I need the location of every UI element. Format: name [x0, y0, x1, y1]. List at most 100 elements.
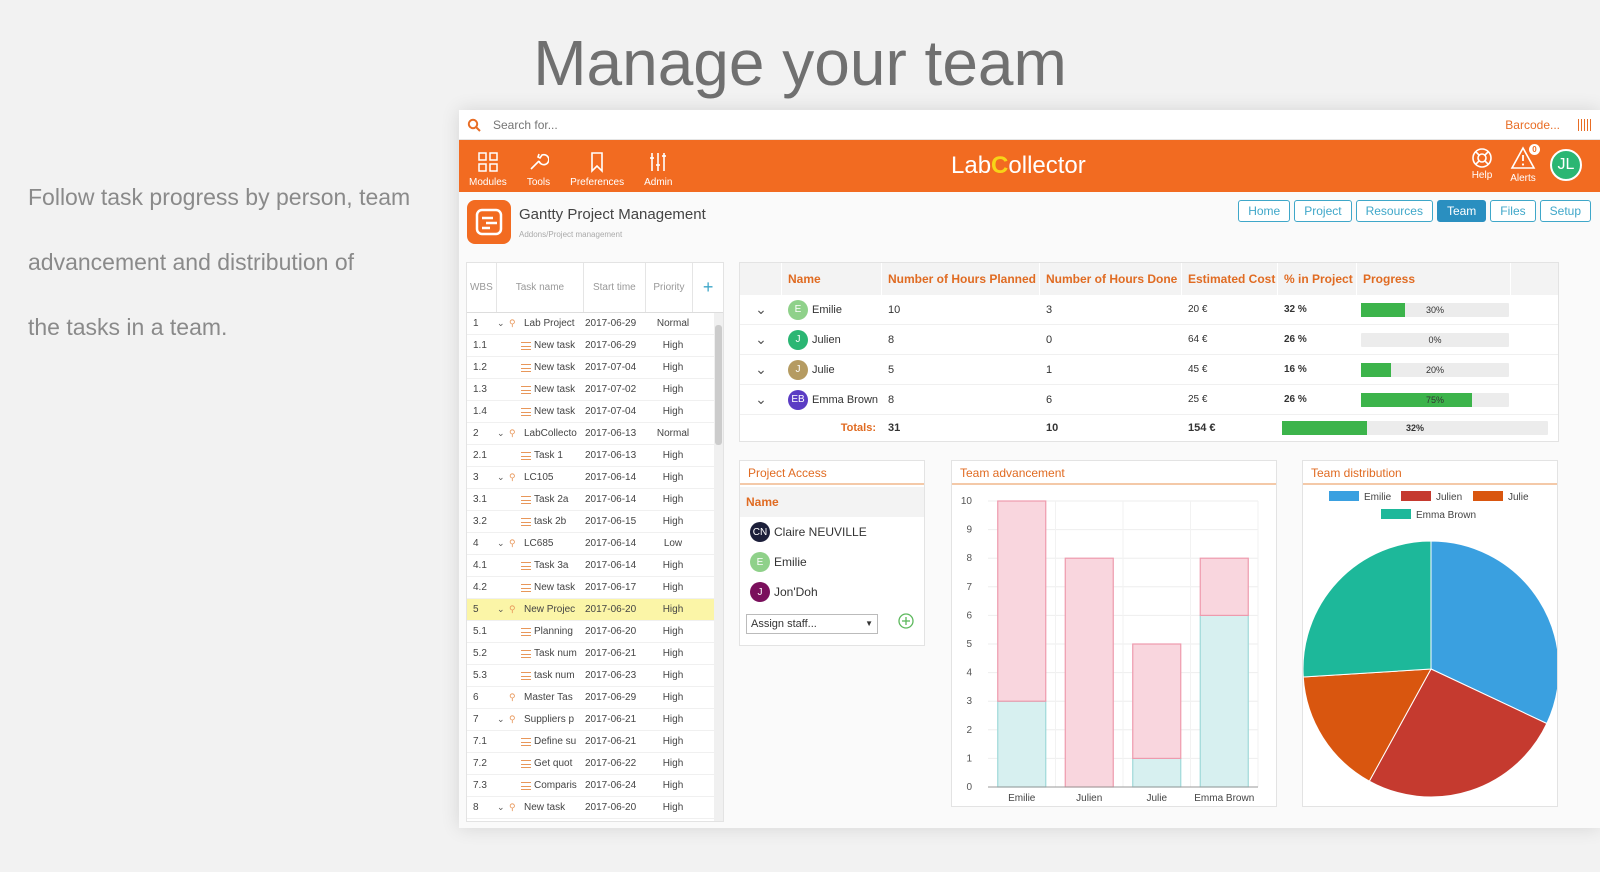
col-priority[interactable]: Priority — [646, 263, 694, 312]
tab-home[interactable]: Home — [1238, 200, 1291, 222]
gantt-row[interactable]: 1 ⌄ ⚲ Lab Project 2017-06-29 Normal — [467, 313, 723, 335]
gantt-task-name[interactable]: Planning — [497, 626, 585, 637]
expand-row-button[interactable]: ⌄ — [740, 301, 782, 318]
bar-segment[interactable] — [1064, 557, 1114, 788]
gantt-task-name[interactable]: New task — [497, 340, 585, 351]
assign-staff-select[interactable]: Assign staff... ▼ — [746, 613, 878, 634]
gantt-row[interactable]: 3.1 Task 2a 2017-06-14 High — [467, 489, 723, 511]
gantt-task-name[interactable]: Task num — [497, 648, 585, 659]
pie-slice[interactable] — [1302, 540, 1432, 678]
bar-segment[interactable] — [1132, 643, 1182, 760]
bar-segment[interactable] — [997, 500, 1047, 702]
tab-setup[interactable]: Setup — [1539, 200, 1591, 222]
gantt-row[interactable]: 1.2 New task 2017-07-04 High — [467, 357, 723, 379]
gantt-task-name[interactable]: ⌄ ⚲ LabCollecto — [497, 428, 585, 439]
gantt-task-name[interactable]: Task 1 — [497, 450, 585, 461]
gantt-row[interactable]: 2 ⌄ ⚲ LabCollecto 2017-06-13 Normal — [467, 423, 723, 445]
gantt-task-name[interactable]: Get quot — [497, 758, 585, 769]
gantt-row[interactable]: 3.2 task 2b 2017-06-15 High — [467, 511, 723, 533]
gantt-row[interactable]: 7.1 Define su 2017-06-21 High — [467, 731, 723, 753]
col-hours-planned[interactable]: Number of Hours Planned — [882, 263, 1040, 295]
gantt-task-name[interactable]: ⌄ ⚲ Suppliers p — [497, 714, 585, 725]
col-estimated-cost[interactable]: Estimated Cost — [1182, 263, 1278, 295]
gantt-task-name[interactable]: Comparis — [497, 780, 585, 791]
tab-files[interactable]: Files — [1490, 200, 1536, 222]
team-member-row[interactable]: ⌄ EB Emma Brown 8 6 25 € 26 % 75% — [740, 385, 1558, 415]
nav-modules[interactable]: Modules — [459, 151, 517, 192]
gantt-task-name[interactable]: ⌄ ⚲ New Projec — [497, 604, 585, 615]
team-member-row[interactable]: ⌄ J Julien 8 0 64 € 26 % 0% — [740, 325, 1558, 355]
search-input[interactable] — [493, 117, 893, 132]
gantt-row[interactable]: 1.4 New task 2017-07-04 High — [467, 401, 723, 423]
bar-segment[interactable] — [1199, 614, 1249, 788]
col-task-name[interactable]: Task name — [497, 263, 585, 312]
chevron-down-icon[interactable]: ⌄ — [497, 714, 509, 725]
nav-tools[interactable]: Tools — [517, 151, 560, 192]
gantt-task-name[interactable]: Task 2a — [497, 494, 585, 505]
scroll-thumb[interactable] — [715, 325, 722, 445]
gantt-row[interactable]: 7 ⌄ ⚲ Suppliers p 2017-06-21 High — [467, 709, 723, 731]
gantt-row[interactable]: 7.3 Comparis 2017-06-24 High — [467, 775, 723, 797]
barcode-icon[interactable] — [1578, 119, 1592, 131]
gantt-row[interactable]: 4.1 Task 3a 2017-06-14 High — [467, 555, 723, 577]
expand-row-button[interactable]: ⌄ — [740, 331, 782, 348]
tab-project[interactable]: Project — [1294, 200, 1352, 222]
tab-resources[interactable]: Resources — [1355, 200, 1433, 222]
gantt-row[interactable]: 2.1 Task 1 2017-06-13 High — [467, 445, 723, 467]
gantt-task-name[interactable]: ⌄ ⚲ New task — [497, 802, 585, 813]
tab-team[interactable]: Team — [1436, 200, 1487, 222]
chevron-down-icon[interactable]: ⌄ — [497, 802, 509, 813]
col-start-time[interactable]: Start time — [584, 263, 646, 312]
gantt-task-name[interactable]: task num — [497, 670, 585, 681]
chevron-down-icon[interactable]: ⌄ — [497, 472, 509, 483]
gantt-task-name[interactable]: ⚲ Master Tas — [497, 692, 585, 703]
gantt-task-name[interactable]: New task — [497, 406, 585, 417]
nav-preferences[interactable]: Preferences — [560, 151, 634, 192]
gantt-scrollbar[interactable] — [714, 313, 723, 821]
bar-segment[interactable] — [1199, 557, 1249, 616]
nav-help[interactable]: Help — [1470, 146, 1494, 181]
chevron-down-icon[interactable]: ⌄ — [497, 428, 509, 439]
gantt-task-name[interactable]: Task 3a — [497, 560, 585, 571]
legend-label[interactable]: Julien — [1436, 492, 1462, 503]
col-name[interactable]: Name — [782, 263, 882, 295]
gantt-row[interactable]: 5 ⌄ ⚲ New Projec 2017-06-20 High — [467, 599, 723, 621]
team-member-row[interactable]: ⌄ J Julie 5 1 45 € 16 % 20% — [740, 355, 1558, 385]
gantt-task-name[interactable]: Define su — [497, 736, 585, 747]
col-progress[interactable]: Progress — [1357, 263, 1511, 295]
gantt-row[interactable]: 3 ⌄ ⚲ LC105 2017-06-14 High — [467, 467, 723, 489]
legend-label[interactable]: Emilie — [1364, 492, 1392, 503]
gantt-row[interactable]: 4.2 New task 2017-06-17 High — [467, 577, 723, 599]
gantt-task-name[interactable]: ⌄ ⚲ LC685 — [497, 538, 585, 549]
user-avatar[interactable]: JL — [1550, 149, 1582, 181]
access-person[interactable]: J Jon'Doh — [740, 577, 924, 607]
gantt-row[interactable]: 5.3 task num 2017-06-23 High — [467, 665, 723, 687]
nav-admin[interactable]: Admin — [634, 151, 682, 192]
gantt-task-name[interactable]: ⌄ ⚲ Lab Project — [497, 318, 585, 329]
gantt-task-name[interactable]: ⌄ ⚲ LC105 — [497, 472, 585, 483]
gantt-row[interactable]: 4 ⌄ ⚲ LC685 2017-06-14 Low — [467, 533, 723, 555]
col-wbs[interactable]: WBS — [467, 263, 497, 312]
expand-row-button[interactable]: ⌄ — [740, 391, 782, 408]
bar-segment[interactable] — [1132, 757, 1182, 788]
gantt-row[interactable]: 5.2 Task num 2017-06-21 High — [467, 643, 723, 665]
gantt-task-name[interactable]: New task — [497, 582, 585, 593]
col-pct-project[interactable]: % in Project — [1278, 263, 1357, 295]
gantt-task-name[interactable]: task 2b — [497, 516, 585, 527]
barcode-link[interactable]: Barcode... — [1505, 118, 1560, 132]
expand-row-button[interactable]: ⌄ — [740, 361, 782, 378]
gantt-task-name[interactable]: New task — [497, 362, 585, 373]
breadcrumb[interactable]: Addons/Project management — [519, 230, 622, 239]
gantt-row[interactable]: 7.2 Get quot 2017-06-22 High — [467, 753, 723, 775]
bar-segment[interactable] — [997, 700, 1047, 788]
gantt-row[interactable]: 1.1 New task 2017-06-29 High — [467, 335, 723, 357]
nav-alerts[interactable]: 0 Alerts — [1510, 144, 1540, 184]
access-person[interactable]: CN Claire NEUVILLE — [740, 517, 924, 547]
search-icon[interactable] — [459, 118, 489, 132]
gantt-row[interactable]: 5.1 Planning 2017-06-20 High — [467, 621, 723, 643]
brand-logo[interactable]: LabCollector — [951, 152, 1086, 180]
add-circle-icon[interactable] — [898, 613, 914, 634]
chevron-down-icon[interactable]: ⌄ — [497, 538, 509, 549]
col-hours-done[interactable]: Number of Hours Done — [1040, 263, 1182, 295]
gantt-row[interactable]: 8 ⌄ ⚲ New task 2017-06-20 High — [467, 797, 723, 819]
